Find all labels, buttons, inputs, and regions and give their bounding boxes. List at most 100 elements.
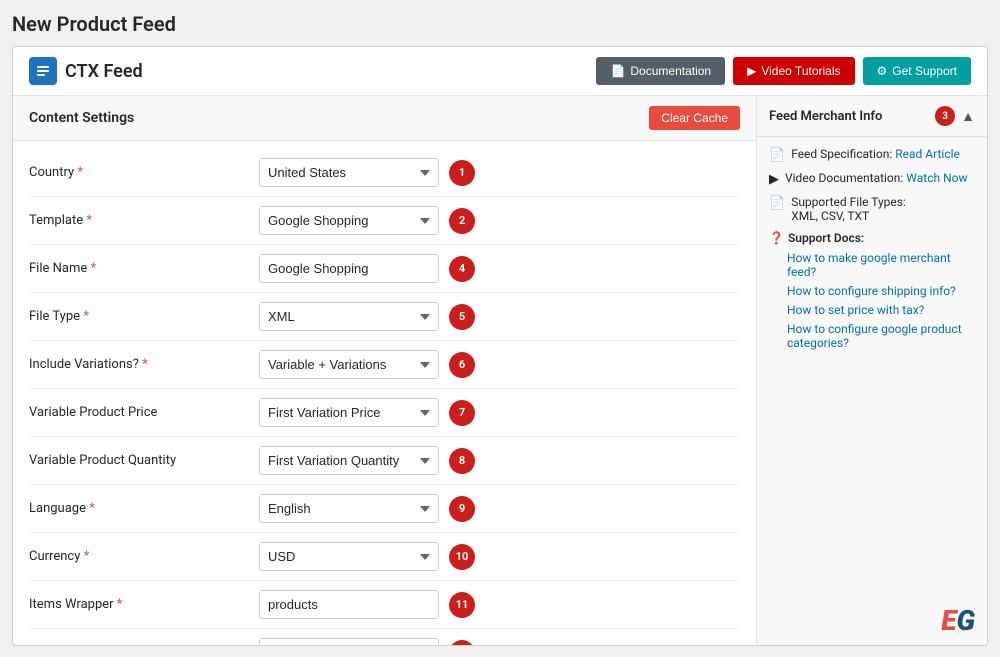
main-card: CTX Feed 📄 Documentation ▶ Video Tutoria… — [12, 46, 988, 646]
required-star: * — [89, 501, 95, 516]
sidebar-badge: 3 — [935, 106, 955, 126]
file-types-icon: 📄 — [769, 196, 785, 211]
country-label: Country * — [29, 165, 259, 180]
sidebar-link-categories[interactable]: How to configure google product categori… — [787, 322, 962, 350]
step-badge-4: 4 — [449, 256, 475, 282]
logo-area: CTX Feed — [29, 57, 143, 85]
form-area: Country * United States 1 Template * — [13, 141, 756, 645]
brand-logo: E G — [941, 607, 975, 635]
step-badge-2: 2 — [449, 208, 475, 234]
file-name-control: 4 — [259, 254, 740, 283]
page-title: New Product Feed — [12, 12, 988, 36]
step-badge-10: 10 — [449, 544, 475, 570]
form-row-file-type: File Type * XML 5 — [29, 293, 740, 341]
header-buttons: 📄 Documentation ▶ Video Tutorials ⚙ Get … — [596, 57, 971, 85]
single-item-wrapper-input[interactable] — [259, 638, 439, 645]
question-icon: ❓ — [769, 231, 784, 245]
step-badge-12: 12 — [449, 640, 475, 646]
form-row-variable-product-quantity: Variable Product Quantity First Variatio… — [29, 437, 740, 485]
form-row-items-wrapper: Items Wrapper * 11 — [29, 581, 740, 629]
currency-select[interactable]: USD — [259, 542, 439, 571]
form-row-currency: Currency * USD 10 — [29, 533, 740, 581]
required-star: * — [84, 549, 90, 564]
currency-control: USD 10 — [259, 542, 740, 571]
video-tutorials-button[interactable]: ▶ Video Tutorials — [733, 57, 854, 85]
file-type-control: XML 5 — [259, 302, 740, 331]
required-star: * — [91, 261, 97, 276]
include-variations-select[interactable]: Variable + Variations — [259, 350, 439, 379]
logo-letter-g: G — [956, 607, 975, 635]
sidebar-title: Feed Merchant Info — [769, 109, 882, 124]
template-label: Template * — [29, 213, 259, 228]
items-wrapper-input[interactable] — [259, 590, 439, 619]
required-star: * — [77, 165, 83, 180]
supported-label: Supported File Types: XML, CSV, TXT — [791, 195, 906, 223]
step-badge-11: 11 — [449, 592, 475, 618]
video-doc-link[interactable]: Watch Now — [906, 171, 967, 185]
sidebar: Feed Merchant Info 3 ▲ 📄 Feed Specificat… — [757, 96, 987, 645]
form-row-include-variations: Include Variations? * Variable + Variati… — [29, 341, 740, 389]
country-select[interactable]: United States — [259, 158, 439, 187]
step-badge-1: 1 — [449, 160, 475, 186]
file-name-label: File Name * — [29, 261, 259, 276]
variable-product-price-select[interactable]: First Variation Price — [259, 398, 439, 427]
brand-logo-area: E G — [757, 599, 987, 645]
sidebar-header: Feed Merchant Info 3 ▲ — [757, 96, 987, 137]
logo-letter-e: E — [941, 607, 956, 635]
step-badge-5: 5 — [449, 304, 475, 330]
file-name-input[interactable] — [259, 254, 439, 283]
body-area: Content Settings Clear Cache Country * U… — [13, 96, 987, 645]
sidebar-link-shipping[interactable]: How to configure shipping info? — [787, 284, 956, 298]
clear-cache-button[interactable]: Clear Cache — [649, 106, 740, 130]
step-badge-7: 7 — [449, 400, 475, 426]
sidebar-link-price[interactable]: How to set price with tax? — [787, 303, 924, 317]
video-doc-row: ▶ Video Documentation: Watch Now — [769, 171, 975, 187]
form-row-file-name: File Name * 4 — [29, 245, 740, 293]
required-star: * — [86, 213, 92, 228]
single-item-wrapper-control: 12 — [259, 638, 740, 645]
form-row-variable-product-price: Variable Product Price First Variation P… — [29, 389, 740, 437]
required-star: * — [117, 597, 123, 612]
required-star: * — [142, 357, 148, 372]
variable-product-quantity-control: First Variation Quantity 8 — [259, 446, 740, 475]
docs-icon: 📄 — [610, 64, 625, 78]
sidebar-link-merchant[interactable]: How to make google merchant feed? — [787, 251, 951, 279]
support-icon: ⚙ — [877, 64, 888, 78]
include-variations-control: Variable + Variations 6 — [259, 350, 740, 379]
video-doc-label: Video Documentation: Watch Now — [785, 171, 968, 185]
content-settings-title: Content Settings — [29, 110, 134, 126]
form-row-template: Template * Google Shopping 2 — [29, 197, 740, 245]
get-support-button[interactable]: ⚙ Get Support — [863, 57, 971, 85]
template-select[interactable]: Google Shopping — [259, 206, 439, 235]
sidebar-collapse-button[interactable]: ▲ — [961, 108, 975, 124]
step-badge-8: 8 — [449, 448, 475, 474]
content-header: Content Settings Clear Cache — [13, 96, 756, 141]
currency-label: Currency * — [29, 549, 259, 564]
docs-button[interactable]: 📄 Documentation — [596, 57, 725, 85]
header-bar: CTX Feed 📄 Documentation ▶ Video Tutoria… — [13, 47, 987, 96]
items-wrapper-label: Items Wrapper * — [29, 597, 259, 612]
step-badge-9: 9 — [449, 496, 475, 522]
step-badge-6: 6 — [449, 352, 475, 378]
variable-product-price-control: First Variation Price 7 — [259, 398, 740, 427]
language-select[interactable]: English — [259, 494, 439, 523]
form-row-country: Country * United States 1 — [29, 149, 740, 197]
video-doc-icon: ▶ — [769, 172, 779, 187]
support-docs-label: ❓ Support Docs: — [769, 231, 975, 245]
variable-product-price-label: Variable Product Price — [29, 405, 259, 420]
file-type-label: File Type * — [29, 309, 259, 324]
variable-product-quantity-select[interactable]: First Variation Quantity — [259, 446, 439, 475]
feed-spec-link[interactable]: Read Article — [895, 147, 960, 161]
country-control: United States 1 — [259, 158, 740, 187]
content-section: Content Settings Clear Cache Country * U… — [13, 96, 757, 645]
file-type-select[interactable]: XML — [259, 302, 439, 331]
form-row-single-item-wrapper: Single Item Wrapper * 12 — [29, 629, 740, 645]
video-icon: ▶ — [747, 64, 756, 78]
items-wrapper-control: 11 — [259, 590, 740, 619]
form-row-language: Language * English 9 — [29, 485, 740, 533]
doc-icon: 📄 — [769, 148, 785, 163]
variable-product-quantity-label: Variable Product Quantity — [29, 453, 259, 468]
logo-icon — [29, 57, 57, 85]
language-label: Language * — [29, 501, 259, 516]
language-control: English 9 — [259, 494, 740, 523]
